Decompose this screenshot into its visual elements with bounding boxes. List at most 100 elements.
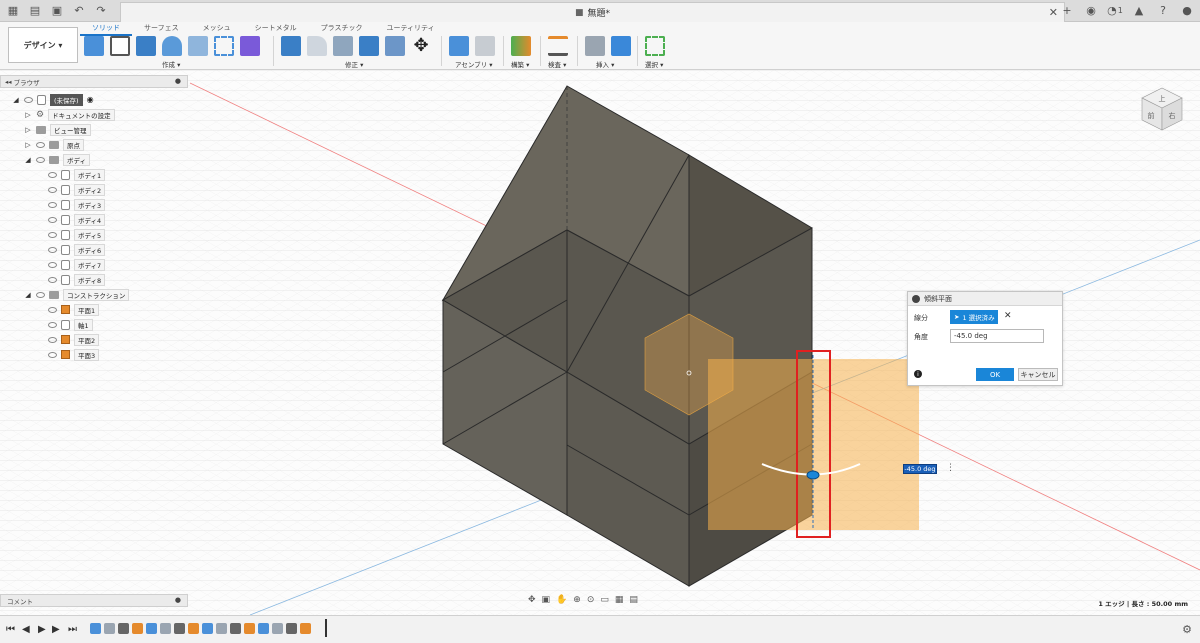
timeline-feature[interactable]: [160, 623, 171, 634]
sketch-icon[interactable]: [110, 36, 130, 56]
fillet-icon[interactable]: [307, 36, 327, 56]
tab-surface[interactable]: サーフェス: [132, 22, 191, 36]
tree-item-body[interactable]: ボディ1: [48, 168, 106, 181]
dialog-header[interactable]: 傾斜平面: [908, 292, 1062, 306]
zoom-icon[interactable]: ⊕: [573, 595, 581, 605]
eye-icon[interactable]: [48, 351, 57, 358]
step-forward-icon[interactable]: ▶: [52, 624, 60, 635]
tree-item-plane[interactable]: 平面3: [48, 348, 100, 361]
tree-item-plane[interactable]: 平面2: [48, 333, 100, 346]
timeline-marker[interactable]: [325, 619, 327, 637]
grid-settings-icon[interactable]: ▦: [615, 595, 624, 605]
select-menu[interactable]: 選択 ▾: [645, 59, 663, 69]
eye-icon[interactable]: [48, 321, 57, 328]
info-icon[interactable]: i: [914, 370, 922, 378]
ok-button[interactable]: OK: [976, 368, 1014, 381]
eye-icon[interactable]: [48, 171, 57, 178]
offset-plane-icon[interactable]: [511, 36, 531, 56]
angle-handle[interactable]: [806, 470, 820, 480]
combine-icon[interactable]: [359, 36, 379, 56]
tree-item-bodies[interactable]: ◢ ボディ: [24, 153, 91, 166]
tab-sheetmetal[interactable]: シートメタル: [243, 22, 309, 36]
tree-item-body[interactable]: ボディ6: [48, 243, 106, 256]
hole-icon[interactable]: [188, 36, 208, 56]
eye-icon[interactable]: [36, 291, 45, 298]
eye-icon[interactable]: [48, 276, 57, 283]
tab-utility[interactable]: ユーティリティ: [374, 22, 446, 36]
notifications-icon[interactable]: ▲: [1132, 3, 1146, 17]
step-back-icon[interactable]: ◀: [22, 624, 30, 635]
new-assembly-component-icon[interactable]: [449, 36, 469, 56]
activate-radio-icon[interactable]: ◉: [87, 95, 94, 104]
eye-icon[interactable]: [36, 156, 45, 163]
close-tab-icon[interactable]: ✕: [1049, 6, 1058, 19]
redo-icon[interactable]: ↷: [94, 4, 108, 18]
fit-icon[interactable]: ⊙: [587, 595, 595, 605]
tab-solid[interactable]: ソリッド: [80, 22, 132, 36]
help-icon[interactable]: ?: [1156, 3, 1170, 17]
timeline-feature[interactable]: [244, 623, 255, 634]
tree-item-body[interactable]: ボディ7: [48, 258, 106, 271]
create-form-icon[interactable]: [240, 36, 260, 56]
revolve-icon[interactable]: [162, 36, 182, 56]
new-tab-icon[interactable]: +: [1060, 3, 1074, 17]
undo-icon[interactable]: ↶: [72, 4, 86, 18]
press-pull-icon[interactable]: [281, 36, 301, 56]
more-options-icon[interactable]: ⋮: [946, 463, 955, 473]
joint-icon[interactable]: [475, 36, 495, 56]
eye-icon[interactable]: [48, 306, 57, 313]
clear-selection-icon[interactable]: ✕: [1004, 311, 1012, 321]
timeline-feature[interactable]: [90, 623, 101, 634]
tree-item-body[interactable]: ボディ3: [48, 198, 106, 211]
new-component-icon[interactable]: [84, 36, 104, 56]
apps-grid-icon[interactable]: ▦: [6, 4, 20, 18]
collapse-icon[interactable]: ◂◂: [5, 78, 12, 86]
select-icon[interactable]: [645, 36, 665, 56]
tab-plastic[interactable]: プラスチック: [309, 22, 375, 36]
viewports-icon[interactable]: ▤: [629, 595, 638, 605]
display-settings-icon[interactable]: ▭: [600, 595, 609, 605]
assemble-menu[interactable]: アセンブリ ▾: [455, 59, 493, 69]
extrude-icon[interactable]: [136, 36, 156, 56]
pattern-icon[interactable]: [214, 36, 234, 56]
go-to-start-icon[interactable]: ⏮: [6, 624, 15, 635]
extensions-icon[interactable]: ◉: [1084, 3, 1098, 17]
tree-item-body[interactable]: ボディ8: [48, 273, 106, 286]
pin-icon[interactable]: ●: [175, 596, 181, 604]
tree-item-body[interactable]: ボディ5: [48, 228, 106, 241]
tree-item-origin[interactable]: ▷ 原点: [24, 138, 84, 151]
comments-panel-header[interactable]: コメント ●: [0, 594, 188, 607]
expand-icon[interactable]: ▷: [24, 126, 32, 134]
tree-item-body[interactable]: ボディ2: [48, 183, 106, 196]
tree-item-body[interactable]: ボディ4: [48, 213, 106, 226]
pan-icon[interactable]: ✋: [556, 595, 567, 605]
timeline-feature[interactable]: [230, 623, 241, 634]
inspect-menu[interactable]: 検査 ▾: [548, 59, 566, 69]
timeline-feature[interactable]: [132, 623, 143, 634]
browser-panel-header[interactable]: ◂◂ ブラウザ ●: [0, 75, 188, 88]
timeline-feature[interactable]: [188, 623, 199, 634]
create-menu[interactable]: 作成 ▾: [162, 59, 180, 69]
tree-item-axis[interactable]: 軸1: [48, 318, 93, 331]
timeline-feature[interactable]: [216, 623, 227, 634]
timeline-feature[interactable]: [300, 623, 311, 634]
tree-item-root[interactable]: ◢ (未保存) ◉: [12, 93, 94, 106]
tab-mesh[interactable]: メッシュ: [191, 22, 243, 36]
insert-derive-icon[interactable]: [585, 36, 605, 56]
expand-icon[interactable]: ▷: [24, 141, 32, 149]
expand-icon[interactable]: ◢: [24, 291, 32, 299]
edge-selection-button[interactable]: ➤ 1 選択済み: [950, 310, 998, 324]
chamfer-icon[interactable]: [333, 36, 353, 56]
eye-icon[interactable]: [48, 186, 57, 193]
expand-icon[interactable]: ◢: [24, 156, 32, 164]
tree-item-document-settings[interactable]: ▷ ⚙ ドキュメントの設定: [24, 108, 115, 121]
pin-icon[interactable]: ●: [175, 77, 181, 85]
eye-icon[interactable]: [48, 261, 57, 268]
shell-icon[interactable]: [385, 36, 405, 56]
insert-menu[interactable]: 挿入 ▾: [596, 59, 614, 69]
eye-icon[interactable]: [24, 96, 33, 103]
play-icon[interactable]: ▶: [38, 624, 46, 635]
tree-item-construction[interactable]: ◢ コンストラクション: [24, 288, 130, 301]
eye-icon[interactable]: [36, 141, 45, 148]
expand-icon[interactable]: ◢: [12, 96, 20, 104]
